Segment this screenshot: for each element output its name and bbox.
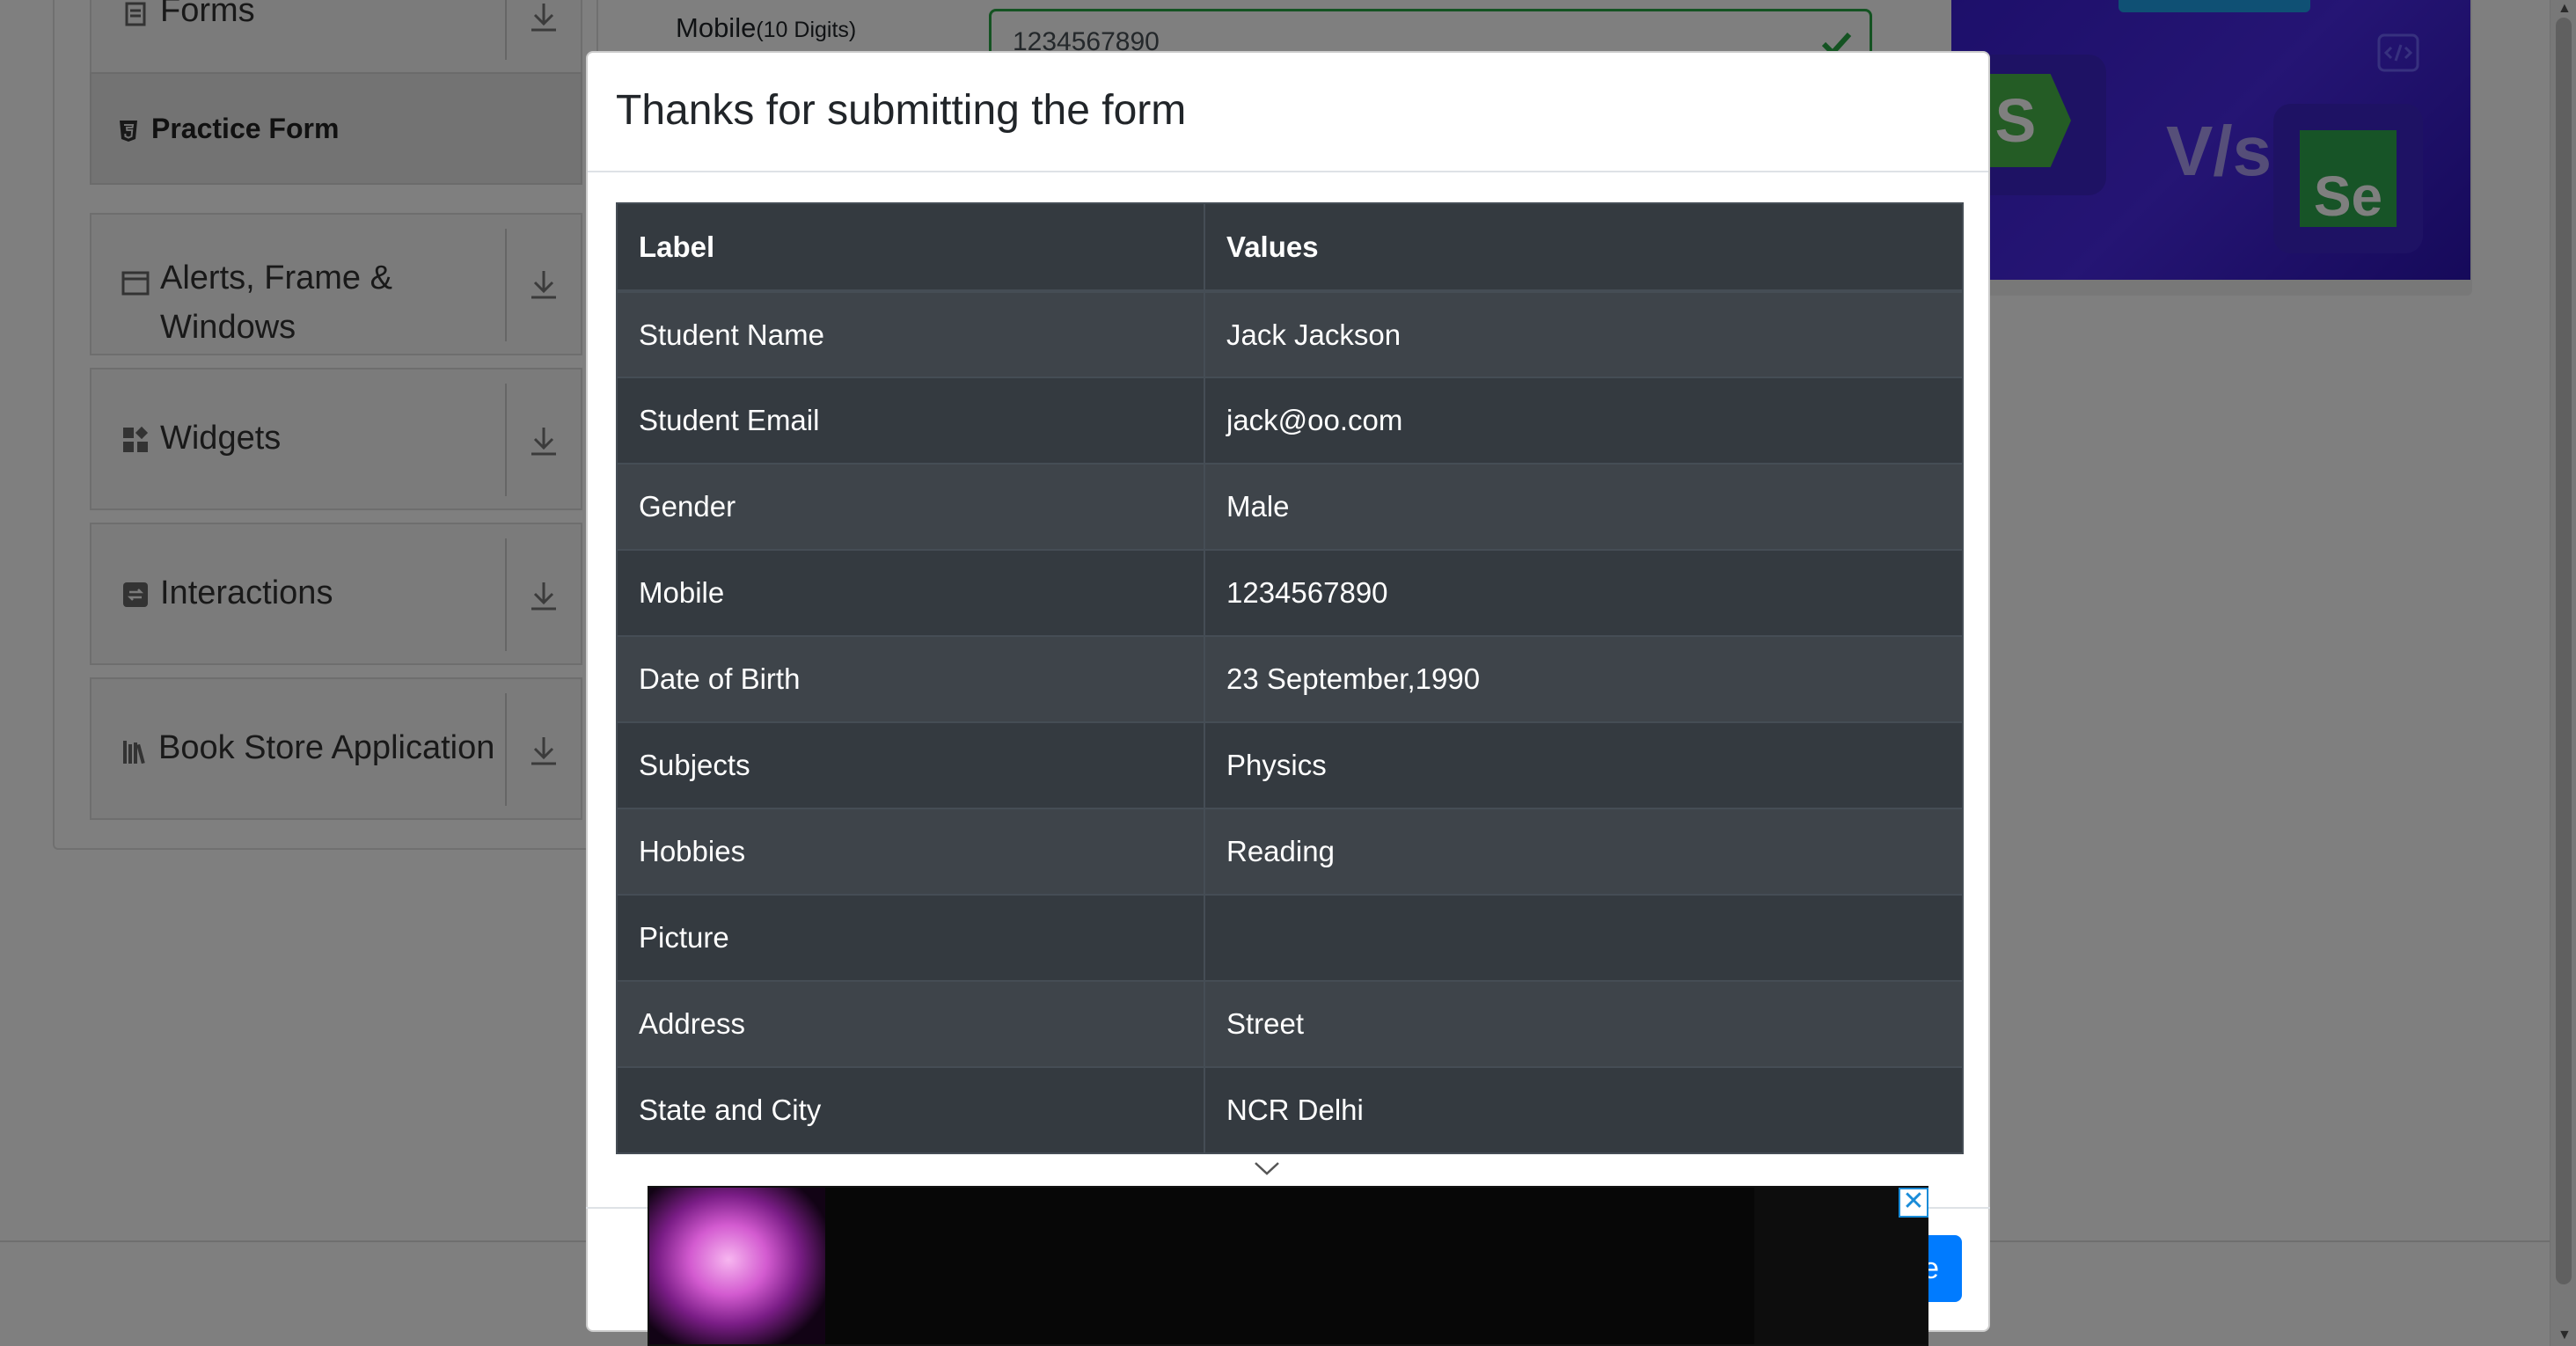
- row-label: Student Email: [616, 377, 1205, 465]
- ad-banner[interactable]: [648, 1186, 1928, 1346]
- row-label: Student Name: [616, 290, 1205, 378]
- row-value: NCR Delhi: [1204, 1066, 1964, 1154]
- table-row: Picture: [616, 894, 1964, 982]
- row-label: Mobile: [616, 549, 1205, 637]
- row-value: 1234567890: [1204, 549, 1964, 637]
- row-label: Picture: [616, 894, 1205, 982]
- row-label: Date of Birth: [616, 635, 1205, 723]
- row-value: 23 September,1990: [1204, 635, 1964, 723]
- column-header-values: Values: [1204, 202, 1964, 293]
- row-value: Reading: [1204, 808, 1964, 896]
- column-header-label: Label: [616, 202, 1205, 293]
- ad-image-tree: [649, 1188, 825, 1344]
- chevron-down-icon[interactable]: [1253, 1159, 1281, 1177]
- row-label: Gender: [616, 463, 1205, 551]
- table-row: Gender Male: [616, 463, 1964, 551]
- submission-modal: Thanks for submitting the form Label Val…: [586, 51, 1990, 1332]
- result-table: Label Values Student Name Jack Jackson St…: [616, 202, 1964, 1154]
- modal-title: Thanks for submitting the form: [616, 87, 1187, 134]
- table-header-row: Label Values: [616, 202, 1964, 293]
- row-value: Street: [1204, 980, 1964, 1068]
- table-row: Student Email jack@oo.com: [616, 377, 1964, 465]
- table-row: Subjects Physics: [616, 721, 1964, 809]
- table-row: State and City NCR Delhi: [616, 1066, 1964, 1154]
- table-row: Mobile 1234567890: [616, 549, 1964, 637]
- row-value: Jack Jackson: [1204, 290, 1964, 378]
- row-label: Address: [616, 980, 1205, 1068]
- modal-header: Thanks for submitting the form: [588, 53, 1988, 172]
- row-value: jack@oo.com: [1204, 377, 1964, 465]
- row-label: Hobbies: [616, 808, 1205, 896]
- ad-close-icon[interactable]: ✕: [1899, 1188, 1928, 1218]
- table-row: Hobbies Reading: [616, 808, 1964, 896]
- row-label: Subjects: [616, 721, 1205, 809]
- row-value: Male: [1204, 463, 1964, 551]
- table-row: Address Street: [616, 980, 1964, 1068]
- ad-image-middle: [825, 1188, 1754, 1344]
- row-value: [1204, 894, 1964, 982]
- table-row: Date of Birth 23 September,1990: [616, 635, 1964, 723]
- table-row: Student Name Jack Jackson: [616, 290, 1964, 378]
- row-label: State and City: [616, 1066, 1205, 1154]
- row-value: Physics: [1204, 721, 1964, 809]
